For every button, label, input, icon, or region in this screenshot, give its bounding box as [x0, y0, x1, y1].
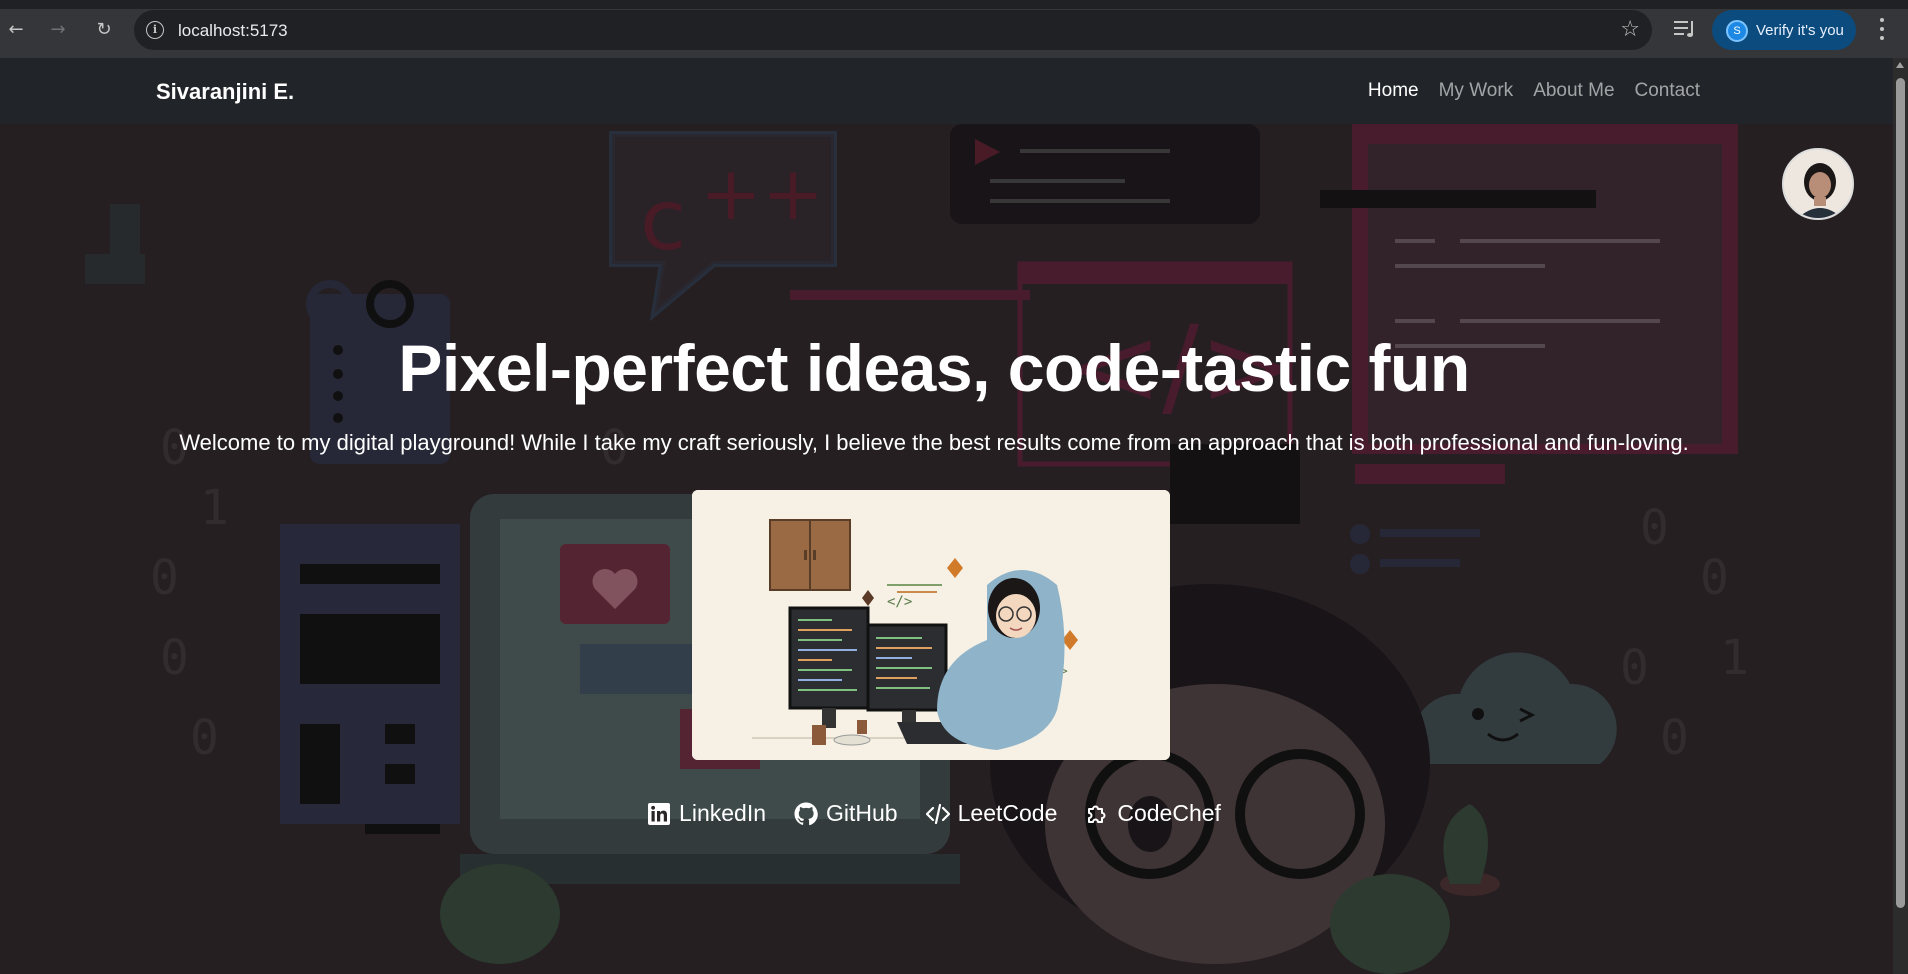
github-icon [794, 802, 818, 825]
scrollbar-thumb[interactable] [1896, 78, 1905, 908]
hero-title: Pixel-perfect ideas, code-tastic fun [398, 331, 1470, 405]
brand-name[interactable]: Sivaranjini E. [156, 79, 294, 105]
svg-text:</>: </> [887, 594, 912, 610]
nav-links: Home My Work About Me Contact [1368, 80, 1700, 102]
github-label: GitHub [826, 800, 898, 826]
browser-toolbar: ← → ↻ i localhost:5173 ☆ S Verify it's y… [0, 0, 1908, 58]
linkedin-link[interactable]: LinkedIn [647, 800, 766, 827]
bookmark-star-icon[interactable]: ☆ [1620, 17, 1640, 42]
nav-link-my-work[interactable]: My Work [1439, 80, 1514, 102]
profile-avatar-icon: S [1726, 20, 1748, 42]
linkedin-label: LinkedIn [679, 800, 767, 826]
linkedin-icon [648, 802, 671, 825]
leetcode-label: LeetCode [957, 800, 1058, 826]
profile-avatar[interactable] [1782, 148, 1854, 220]
verify-label: Verify it's you [1756, 22, 1844, 39]
github-link[interactable]: GitHub [794, 800, 898, 827]
media-controls-icon[interactable] [1672, 16, 1700, 42]
back-icon[interactable]: ← [4, 18, 28, 42]
verify-profile-button[interactable]: S Verify it's you [1712, 10, 1856, 50]
address-bar[interactable]: i localhost:5173 ☆ [134, 10, 1652, 50]
scroll-up-arrow-icon[interactable] [1896, 62, 1904, 68]
code-icon [925, 803, 950, 824]
leetcode-link[interactable]: LeetCode [925, 800, 1058, 827]
hero-illustration: </> </> </> [692, 490, 1170, 760]
kebab-menu-icon[interactable] [1872, 16, 1892, 42]
codechef-label: CodeChef [1117, 800, 1221, 826]
nav-link-contact[interactable]: Contact [1635, 80, 1700, 102]
hero-subtitle: Welcome to my digital playground! While … [179, 430, 1689, 455]
page-scrollbar[interactable] [1893, 58, 1908, 974]
tab-strip [0, 0, 1908, 9]
forward-icon[interactable]: → [46, 18, 70, 42]
nav-link-about-me[interactable]: About Me [1533, 80, 1614, 102]
site-info-icon[interactable]: i [146, 21, 164, 39]
url-text[interactable]: localhost:5173 [178, 21, 288, 41]
page-viewport: c ++ </> 0 1 0 0 0 0 0 0 0 0 1 Sivaranji… [0, 58, 1893, 974]
social-links: LinkedIn GitHub LeetCode CodeChef [0, 800, 1868, 827]
puzzle-icon [1088, 805, 1106, 823]
site-navbar: Sivaranjini E. Home My Work About Me Con… [0, 58, 1893, 124]
reload-icon[interactable]: ↻ [92, 18, 116, 42]
nav-link-home[interactable]: Home [1368, 80, 1419, 102]
codechef-link[interactable]: CodeChef [1085, 800, 1221, 827]
